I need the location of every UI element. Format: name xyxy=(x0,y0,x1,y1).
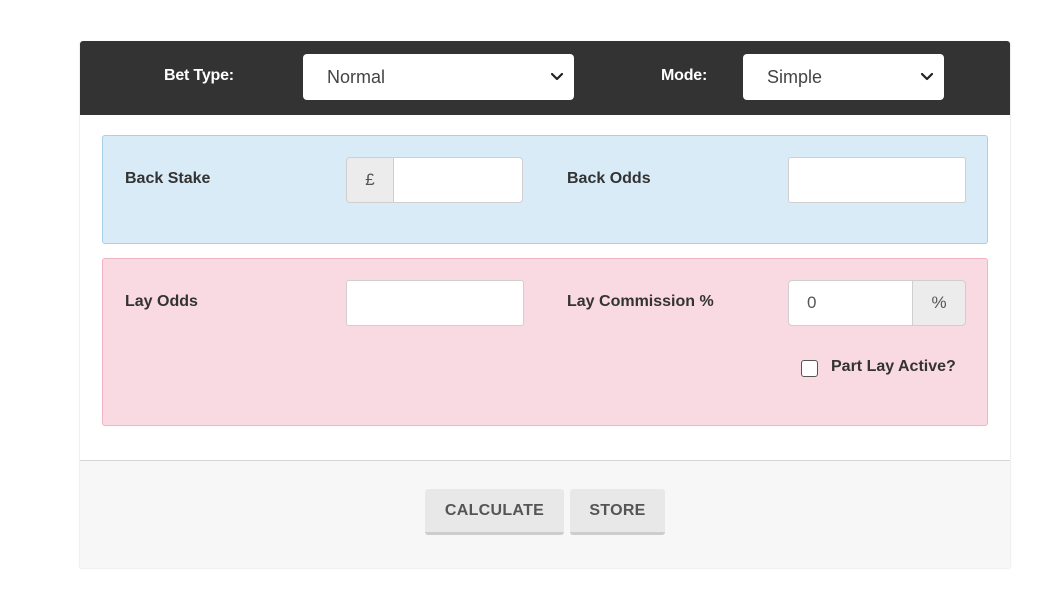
calculate-button[interactable]: CALCULATE xyxy=(425,489,564,535)
bet-type-label: Bet Type: xyxy=(164,67,234,84)
bet-calculator: Bet Type: Normal Mode: Simple Back Stake… xyxy=(80,41,1010,568)
back-bet-panel: Back Stake £ Back Odds xyxy=(102,135,988,244)
back-odds-label: Back Odds xyxy=(567,170,651,187)
back-stake-input[interactable] xyxy=(393,157,523,203)
lay-odds-input[interactable] xyxy=(346,280,524,326)
currency-addon: £ xyxy=(346,157,394,203)
settings-bar: Bet Type: Normal Mode: Simple xyxy=(80,41,1010,115)
lay-bet-panel: Lay Odds Lay Commission % 0 % Part Lay A… xyxy=(102,258,988,426)
back-stake-label: Back Stake xyxy=(125,170,211,187)
chevron-down-icon xyxy=(550,72,564,81)
percent-addon: % xyxy=(912,280,966,326)
action-footer: CALCULATE STORE xyxy=(80,460,1010,568)
mode-label: Mode: xyxy=(661,67,708,84)
store-button[interactable]: STORE xyxy=(570,489,665,535)
bet-type-selected-value: Normal xyxy=(327,67,386,87)
part-lay-checkbox[interactable] xyxy=(801,360,818,377)
mode-select[interactable]: Simple xyxy=(743,54,944,100)
lay-odds-label: Lay Odds xyxy=(125,293,198,310)
lay-commission-label: Lay Commission % xyxy=(567,293,714,310)
lay-commission-input[interactable]: 0 xyxy=(788,280,913,326)
chevron-down-icon xyxy=(920,72,934,81)
part-lay-label[interactable]: Part Lay Active? xyxy=(831,358,956,376)
back-odds-input[interactable] xyxy=(788,157,966,203)
mode-selected-value: Simple xyxy=(767,67,823,87)
bet-type-select[interactable]: Normal xyxy=(303,54,574,100)
